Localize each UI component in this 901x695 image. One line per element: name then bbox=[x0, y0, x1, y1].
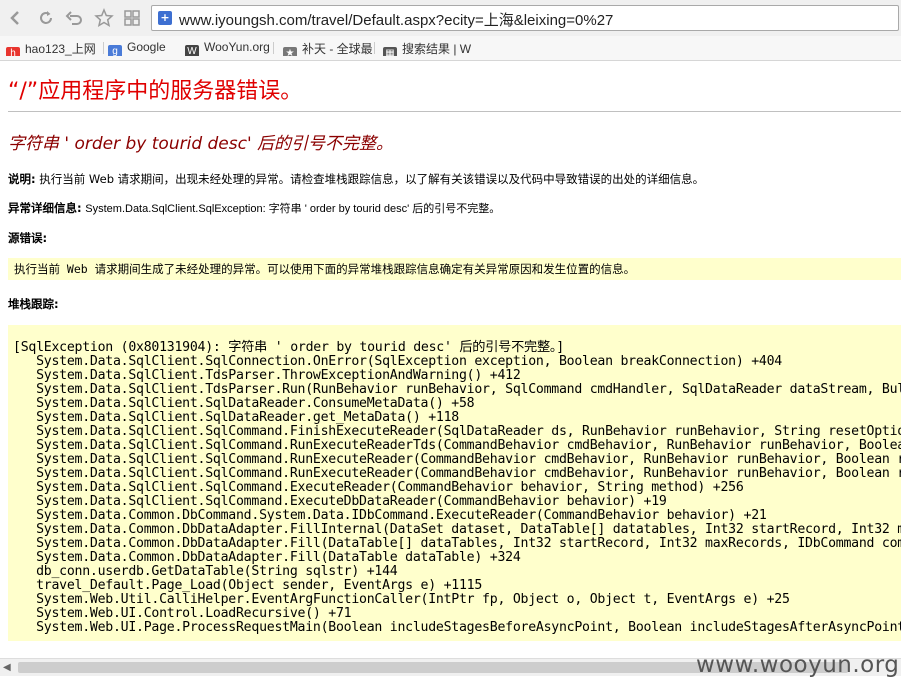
bookmark-search-results[interactable]: ▦ 搜索结果 | W bbox=[383, 40, 473, 56]
bookmark-label: Google bbox=[127, 40, 166, 54]
source-label: 源错误: bbox=[8, 231, 48, 245]
watermark: www.wooyun.org bbox=[696, 652, 900, 678]
grid-apps-icon[interactable] bbox=[122, 8, 142, 28]
scroll-left-icon[interactable]: ◀ bbox=[3, 662, 11, 673]
source-error-box: 执行当前 Web 请求期间生成了未经处理的异常。可以使用下面的异常堆栈跟踪信息确… bbox=[8, 258, 901, 280]
address-bar[interactable]: + www.iyoungsh.com/travel/Default.aspx?e… bbox=[151, 5, 899, 31]
bookmark-divider bbox=[374, 42, 375, 54]
bookmark-butian[interactable]: ★ 补天 - 全球最 bbox=[283, 40, 373, 56]
site-shield-icon: + bbox=[158, 11, 172, 25]
bookmark-label: WooYun.org bbox=[204, 40, 270, 54]
exception-label: 异常详细信息: bbox=[8, 201, 82, 215]
exception-text: System.Data.SqlClient.SqlException: 字符串 … bbox=[85, 203, 501, 215]
bookmark-label: hao123_上网 bbox=[25, 42, 96, 56]
exception-line: 异常详细信息: System.Data.SqlClient.SqlExcepti… bbox=[8, 200, 500, 216]
hao123-icon: h bbox=[6, 47, 20, 56]
bookmark-label: 补天 - 全球最 bbox=[302, 42, 373, 56]
bookmark-label: 搜索结果 | W bbox=[402, 42, 472, 56]
status-bar bbox=[0, 676, 901, 695]
undo-icon[interactable] bbox=[64, 8, 84, 28]
description-label: 说明: bbox=[8, 172, 36, 186]
description-text: 执行当前 Web 请求期间，出现未经处理的异常。请检查堆栈跟踪信息，以了解有关该… bbox=[39, 172, 705, 186]
back-icon[interactable] bbox=[6, 8, 26, 28]
description-line: 说明: 执行当前 Web 请求期间，出现未经处理的异常。请检查堆栈跟踪信息，以了… bbox=[8, 171, 704, 187]
stack-heading: 堆栈跟踪: bbox=[8, 296, 59, 312]
star-icon: ★ bbox=[283, 47, 297, 56]
browser-toolbar: + www.iyoungsh.com/travel/Default.aspx?e… bbox=[0, 0, 901, 37]
page-title: “/”应用程序中的服务器错误。 bbox=[8, 79, 303, 104]
bookmark-google[interactable]: g Google bbox=[108, 40, 178, 56]
title-divider bbox=[8, 111, 901, 112]
stack-trace-box: [SqlException (0x80131904): 字符串 ' order … bbox=[8, 325, 901, 641]
bookmark-divider bbox=[103, 42, 104, 54]
error-message: 字符串 ' order by tourid desc' 后的引号不完整。 bbox=[8, 134, 394, 154]
bookmark-wooyun[interactable]: W WooYun.org bbox=[185, 40, 272, 56]
page-content: “/”应用程序中的服务器错误。 字符串 ' order by tourid de… bbox=[0, 61, 901, 658]
bookmark-star-icon[interactable] bbox=[94, 8, 114, 28]
google-icon: g bbox=[108, 45, 122, 56]
stack-label: 堆栈跟踪: bbox=[8, 297, 59, 311]
search-result-icon: ▦ bbox=[383, 47, 397, 56]
url-text[interactable]: www.iyoungsh.com/travel/Default.aspx?eci… bbox=[179, 9, 613, 30]
reload-icon[interactable] bbox=[36, 8, 56, 28]
bookmarks-bar: h hao123_上网 g Google W WooYun.org ★ 补天 - 全球最… bbox=[0, 36, 901, 61]
bookmark-divider bbox=[273, 42, 274, 54]
source-heading: 源错误: bbox=[8, 230, 47, 246]
wooyun-icon: W bbox=[185, 45, 199, 56]
bookmark-hao123[interactable]: h hao123_上网 bbox=[6, 40, 102, 56]
